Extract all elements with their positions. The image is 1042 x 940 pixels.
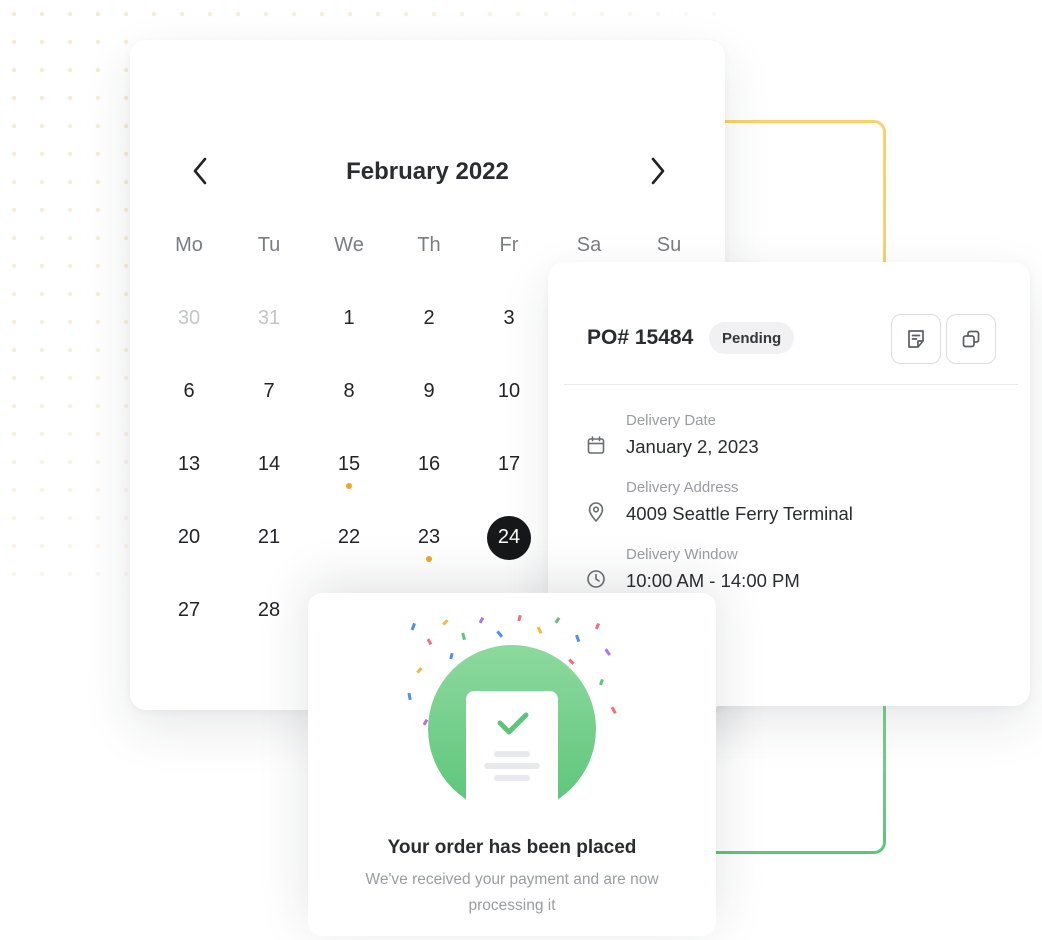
calendar-header: February 2022 — [130, 148, 725, 192]
notes-icon — [908, 330, 924, 348]
day-number: 30 — [177, 307, 201, 329]
day-cell[interactable]: 2 — [389, 282, 469, 355]
day-number: 7 — [263, 380, 275, 402]
day-cell[interactable]: 22 — [309, 501, 389, 574]
day-number: 13 — [177, 453, 201, 475]
receipt-line — [494, 775, 530, 781]
day-cell[interactable]: 1 — [309, 282, 389, 355]
receipt-line — [484, 763, 540, 769]
day-number: 23 — [417, 526, 441, 548]
day-number: 8 — [343, 380, 355, 402]
day-cell[interactable]: 13 — [149, 428, 229, 501]
day-number: 22 — [337, 526, 361, 548]
day-cell[interactable]: 17 — [469, 428, 549, 501]
chevron-right-icon — [651, 157, 665, 185]
receipt-line — [494, 751, 530, 757]
day-cell[interactable]: 15 — [309, 428, 389, 501]
success-subtitle: We've received your payment and are now … — [365, 871, 659, 914]
field-label: Delivery Window — [626, 546, 738, 563]
copy-button[interactable] — [946, 314, 996, 364]
day-number: 15 — [337, 453, 361, 475]
day-cell[interactable]: 8 — [309, 355, 389, 428]
next-month-button[interactable] — [643, 156, 673, 186]
day-number: 31 — [257, 307, 281, 329]
weekday-label: We — [334, 234, 364, 256]
order-success-illustration — [407, 614, 617, 805]
day-cell[interactable]: 31 — [229, 282, 309, 355]
day-number: 10 — [497, 380, 521, 402]
day-number: 3 — [503, 307, 515, 329]
clock-icon — [587, 570, 605, 588]
field-label: Delivery Date — [626, 412, 717, 429]
day-number: 9 — [423, 380, 435, 402]
day-cell[interactable]: 14 — [229, 428, 309, 501]
order-success-card: Your order has been placed We've receive… — [308, 593, 716, 936]
receipt-card — [466, 691, 558, 805]
day-cell[interactable]: 9 — [389, 355, 469, 428]
day-cell[interactable]: 10 — [469, 355, 549, 428]
weekday-label: Tu — [257, 234, 281, 256]
status-badge: Pending — [709, 322, 795, 354]
day-cell[interactable]: 30 — [149, 282, 229, 355]
day-number: 16 — [417, 453, 441, 475]
day-cell[interactable]: 28 — [229, 574, 309, 647]
divider — [564, 384, 1018, 385]
copy-icon — [962, 330, 980, 348]
day-number: 21 — [257, 526, 281, 548]
day-number: 24 — [487, 515, 531, 560]
location-pin-icon — [588, 502, 604, 522]
calendar-icon — [587, 436, 605, 454]
day-number: 17 — [497, 453, 521, 475]
selected-day-cell[interactable]: 24 — [469, 501, 549, 574]
day-cell[interactable]: 7 — [229, 355, 309, 428]
field-value: 4009 Seattle Ferry Terminal — [626, 503, 853, 524]
notes-button[interactable] — [891, 314, 941, 364]
day-cell[interactable]: 23 — [389, 501, 469, 574]
day-number: 20 — [177, 526, 201, 548]
day-cell[interactable]: 16 — [389, 428, 469, 501]
day-cell[interactable]: 6 — [149, 355, 229, 428]
day-number: 6 — [183, 380, 195, 402]
event-dot — [426, 556, 432, 562]
field-value: January 2, 2023 — [626, 436, 759, 457]
event-dot — [346, 483, 352, 489]
day-number: 28 — [257, 599, 281, 621]
day-number: 27 — [177, 599, 201, 621]
day-number: 1 — [343, 307, 355, 329]
weekday-label: Fr — [499, 234, 519, 256]
field-label: Delivery Address — [626, 479, 739, 496]
day-cell[interactable]: 21 — [229, 501, 309, 574]
field-value: 10:00 AM - 14:00 PM — [626, 570, 800, 591]
success-title: Your order has been placed — [387, 837, 637, 858]
weekday-label: Mo — [175, 234, 203, 256]
day-number: 2 — [423, 307, 435, 329]
weekday-label: Th — [417, 234, 441, 256]
day-cell[interactable]: 3 — [469, 282, 549, 355]
day-cell[interactable]: 20 — [149, 501, 229, 574]
po-number: PO# 15484 — [587, 326, 694, 349]
day-cell[interactable]: 27 — [149, 574, 229, 647]
month-title: February 2022 — [346, 158, 509, 185]
day-number: 14 — [257, 453, 281, 475]
